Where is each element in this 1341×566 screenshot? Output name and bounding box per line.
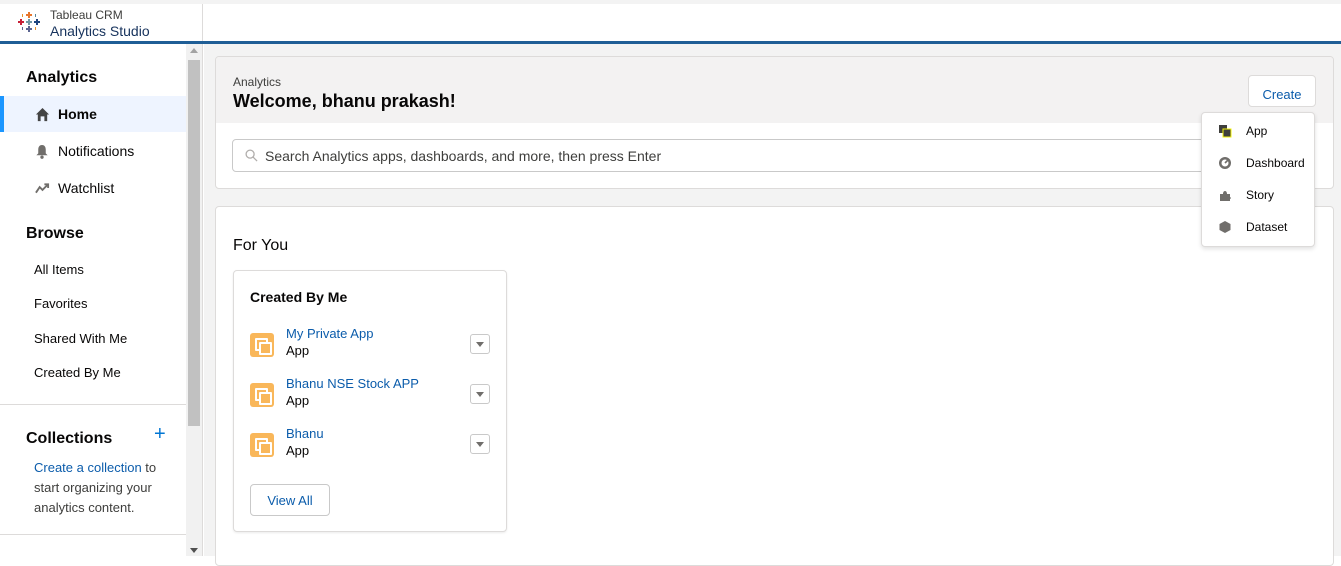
scrollbar-thumb[interactable] bbox=[188, 60, 200, 426]
list-item: Bhanu NSE Stock APP App bbox=[250, 376, 492, 416]
brand[interactable]: Tableau CRM Analytics Studio bbox=[0, 4, 203, 41]
search-input[interactable] bbox=[265, 140, 1265, 171]
create-button-label: Create bbox=[1262, 87, 1302, 102]
created-by-me-card: Created By Me My Private App App Bhanu N… bbox=[233, 270, 507, 532]
trend-icon bbox=[34, 180, 50, 196]
gauge-icon bbox=[1219, 157, 1231, 169]
sidebar-divider bbox=[0, 404, 186, 405]
app-name-link[interactable]: My Private App bbox=[286, 326, 373, 341]
view-all-button[interactable]: View All bbox=[250, 484, 330, 516]
menu-item-label: Dashboard bbox=[1246, 156, 1305, 170]
welcome-subtitle: Analytics bbox=[233, 75, 282, 89]
list-item: My Private App App bbox=[250, 326, 492, 366]
sidebar-item-label: Home bbox=[58, 106, 97, 122]
search-box[interactable] bbox=[232, 139, 1302, 172]
menu-item-label: Dataset bbox=[1246, 220, 1288, 234]
menu-item-label: App bbox=[1246, 124, 1268, 138]
app-name-link[interactable]: Bhanu bbox=[286, 426, 324, 441]
app-icon bbox=[250, 333, 274, 357]
scroll-down-icon[interactable] bbox=[190, 548, 198, 553]
page-title: Welcome, bhanu prakash! bbox=[233, 91, 456, 111]
menu-item-story[interactable]: Story bbox=[1202, 180, 1314, 210]
add-collection-plus-icon[interactable]: + bbox=[154, 424, 166, 444]
sidebar-content: Analytics Home Notifications Watchlist B… bbox=[0, 44, 186, 556]
app-menu-chevron-down-icon[interactable] bbox=[470, 384, 490, 404]
app-icon bbox=[1219, 125, 1232, 138]
collections-section-title: Collections bbox=[26, 430, 113, 447]
collections-help-text: Create a collection to start organizing … bbox=[34, 458, 174, 518]
app-type: App bbox=[286, 343, 310, 358]
app-icon bbox=[250, 433, 274, 457]
brand-app-name: Analytics Studio bbox=[50, 23, 150, 39]
puzzle-icon bbox=[1220, 191, 1231, 201]
welcome-header: Analytics Welcome, bhanu prakash! bbox=[216, 57, 1333, 123]
brand-product: Tableau CRM bbox=[50, 8, 123, 22]
menu-item-dashboard[interactable]: Dashboard bbox=[1202, 148, 1314, 178]
app-menu-chevron-down-icon[interactable] bbox=[470, 434, 490, 454]
for-you-title: For You bbox=[233, 237, 289, 254]
menu-item-label: Story bbox=[1246, 188, 1275, 202]
home-icon bbox=[34, 106, 50, 122]
app-icon bbox=[250, 383, 274, 407]
sidebar-item-label: Watchlist bbox=[58, 180, 115, 196]
tableau-logo-icon bbox=[18, 12, 40, 32]
app-menu-chevron-down-icon[interactable] bbox=[470, 334, 490, 354]
scroll-up-icon[interactable] bbox=[190, 48, 198, 53]
browse-shared-with-me[interactable]: Shared With Me bbox=[34, 331, 127, 346]
list-item: Bhanu App bbox=[250, 426, 492, 466]
create-collection-link[interactable]: Create a collection bbox=[34, 460, 142, 475]
sidebar-item-home[interactable]: Home bbox=[0, 96, 186, 132]
app-type: App bbox=[286, 443, 310, 458]
welcome-card: Analytics Welcome, bhanu prakash! bbox=[215, 56, 1334, 189]
top-bar: Tableau CRM Analytics Studio bbox=[0, 0, 1341, 44]
menu-item-app[interactable]: App bbox=[1202, 116, 1314, 146]
browse-all-items[interactable]: All Items bbox=[34, 262, 84, 277]
analytics-section-title: Analytics bbox=[26, 69, 98, 86]
app-name-link[interactable]: Bhanu NSE Stock APP bbox=[286, 376, 419, 391]
browse-favorites[interactable]: Favorites bbox=[34, 296, 87, 311]
browse-section-title: Browse bbox=[26, 225, 84, 242]
app-type: App bbox=[286, 393, 310, 408]
bell-icon bbox=[34, 143, 50, 159]
search-icon bbox=[245, 149, 258, 162]
create-button[interactable]: Create bbox=[1248, 75, 1316, 107]
main-content: Analytics Welcome, bhanu prakash! For Yo… bbox=[204, 44, 1341, 566]
create-dropdown-menu: App Dashboard Story Dataset bbox=[1201, 112, 1315, 247]
sidebar-item-notifications[interactable]: Notifications bbox=[0, 133, 186, 169]
sidebar: Analytics Home Notifications Watchlist B… bbox=[0, 44, 203, 556]
hexagon-icon bbox=[1219, 221, 1231, 233]
sidebar-item-label: Notifications bbox=[58, 143, 135, 159]
menu-item-dataset[interactable]: Dataset bbox=[1202, 212, 1314, 242]
sidebar-divider-bottom bbox=[0, 534, 186, 535]
browse-created-by-me[interactable]: Created By Me bbox=[34, 365, 121, 380]
for-you-card: For You Created By Me My Private App App… bbox=[215, 206, 1334, 566]
created-by-me-title: Created By Me bbox=[250, 289, 348, 305]
sidebar-item-watchlist[interactable]: Watchlist bbox=[0, 170, 186, 206]
